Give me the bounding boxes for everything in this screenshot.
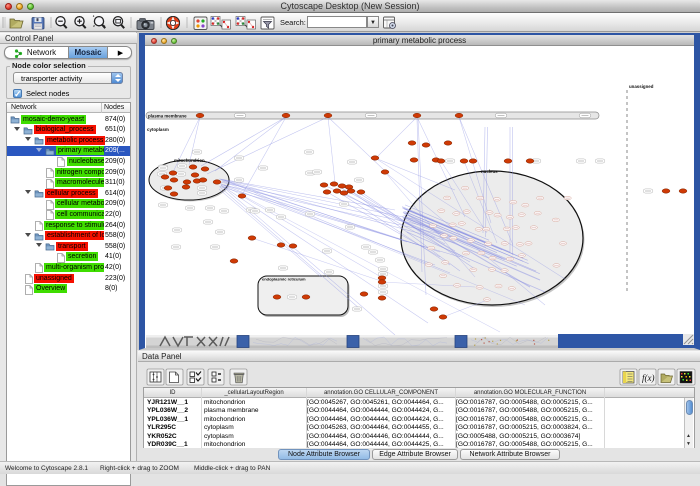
- svg-text:plasma membrane: plasma membrane: [148, 114, 187, 119]
- svg-text:unassigned: unassigned: [629, 84, 654, 89]
- svg-text:nucleus: nucleus: [481, 169, 498, 174]
- svg-text:cytoplasm: cytoplasm: [147, 127, 169, 132]
- svg-text:mitochondrion: mitochondrion: [174, 158, 205, 163]
- svg-text:f(x): f(x): [642, 373, 655, 383]
- svg-text:endoplasmic reticulum: endoplasmic reticulum: [262, 277, 306, 282]
